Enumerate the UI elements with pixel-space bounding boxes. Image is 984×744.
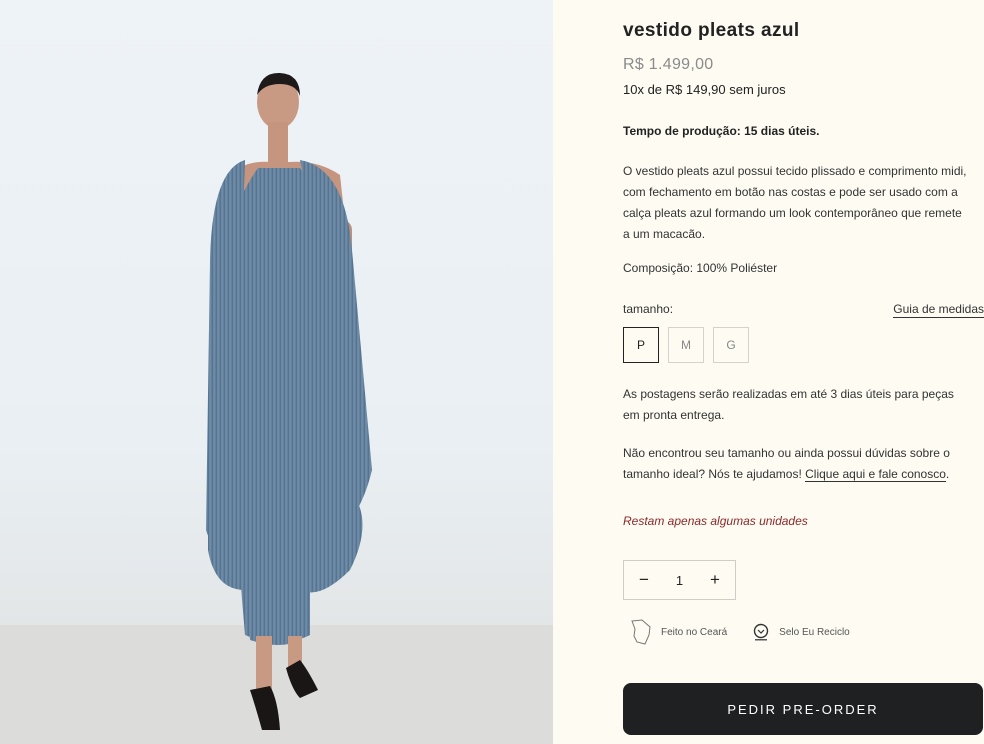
size-help-text: Não encontrou seu tamanho ou ainda possu… <box>623 443 968 485</box>
production-time: Tempo de produção: 15 dias úteis. <box>623 124 820 138</box>
model-in-dress-image <box>0 72 553 744</box>
product-info-panel: vestido pleats azul R$ 1.499,00 10x de R… <box>623 0 984 744</box>
size-selector: P M G <box>623 327 749 363</box>
quantity-value[interactable]: 1 <box>676 573 683 588</box>
quantity-decrement-button[interactable]: − <box>634 570 654 590</box>
recycle-seal-icon <box>753 623 769 641</box>
product-description: O vestido pleats azul possui tecido plis… <box>623 164 967 241</box>
size-option-m[interactable]: M <box>668 327 704 363</box>
ceara-map-icon <box>631 619 651 645</box>
badge-eu-reciclo: Selo Eu Reciclo <box>751 622 850 642</box>
contact-link[interactable]: Clique aqui e fale conosco <box>805 467 946 482</box>
quantity-stepper: − 1 + <box>623 560 736 600</box>
size-guide-link[interactable]: Guia de medidas <box>893 302 984 318</box>
pre-order-button[interactable]: PEDIR PRE-ORDER <box>623 683 983 735</box>
badge-made-in-ceara-label: Feito no Ceará <box>661 626 728 638</box>
quantity-increment-button[interactable]: + <box>705 570 725 590</box>
size-help-period: . <box>945 467 950 481</box>
product-composition: Composição: 100% Poliéster <box>623 261 778 275</box>
size-label: tamanho: <box>623 302 674 316</box>
product-photo[interactable] <box>0 0 553 744</box>
badge-made-in-ceara: Feito no Ceará <box>629 618 727 646</box>
size-option-p[interactable]: P <box>623 327 659 363</box>
product-price: R$ 1.499,00 <box>623 56 714 73</box>
product-badges: Feito no Ceará Selo Eu Reciclo <box>629 618 850 646</box>
shipping-note: As postagens serão realizadas em até 3 d… <box>623 387 954 422</box>
stock-warning: Restam apenas algumas unidades <box>623 514 808 528</box>
badge-eu-reciclo-label: Selo Eu Reciclo <box>779 626 850 638</box>
size-option-g[interactable]: G <box>713 327 749 363</box>
installments-text: 10x de R$ 149,90 sem juros <box>623 82 786 97</box>
product-title: vestido pleats azul <box>623 20 800 41</box>
